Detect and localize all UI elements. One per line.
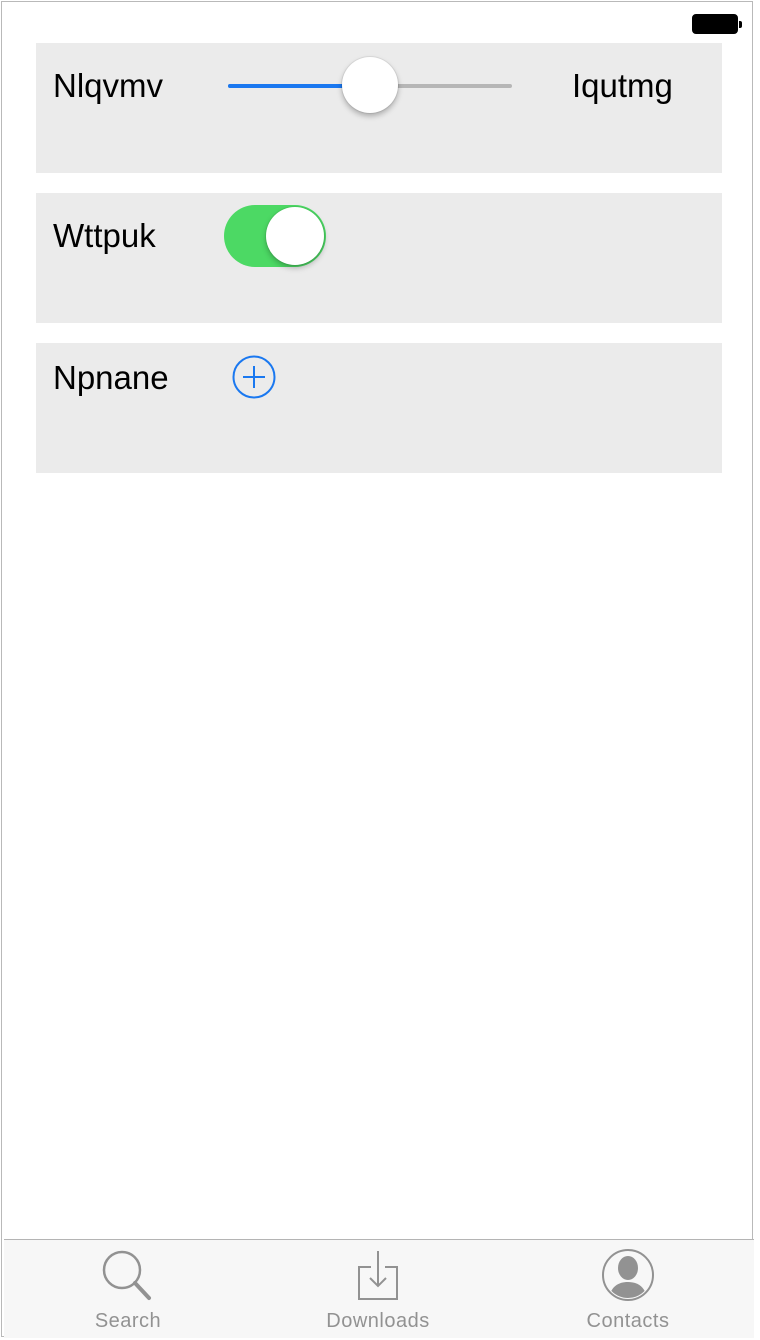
- toggle-row: Wttpuk: [36, 193, 722, 323]
- plus-circle-icon: [232, 355, 276, 399]
- download-icon: [358, 1251, 398, 1300]
- tab-downloads[interactable]: Downloads: [278, 1240, 478, 1338]
- tab-contacts-label: Contacts: [586, 1310, 670, 1332]
- contacts-icon: [602, 1249, 654, 1301]
- slider-right-label: Iqutmg: [572, 67, 673, 104]
- toggle-label: Wttpuk: [53, 217, 156, 254]
- add-row: Npnane: [36, 343, 722, 473]
- app-screen: Nlqvmv Iqutmg Wttpuk Npnane Search Downl…: [1, 1, 754, 1338]
- slider-row: Nlqvmv Iqutmg: [36, 43, 722, 173]
- slider-thumb[interactable]: [342, 57, 398, 113]
- add-button[interactable]: [232, 355, 276, 399]
- add-label: Npnane: [53, 359, 169, 396]
- slider-left-label: Nlqvmv: [53, 67, 164, 104]
- search-icon: [102, 1250, 151, 1300]
- value-slider[interactable]: [228, 57, 512, 115]
- tab-downloads-label: Downloads: [326, 1310, 430, 1332]
- toggle-switch[interactable]: [224, 205, 326, 267]
- tab-bar: Search Downloads Contacts: [4, 1239, 754, 1338]
- battery-full-icon: [692, 14, 742, 34]
- tab-contacts[interactable]: Contacts: [528, 1240, 728, 1338]
- toggle-knob: [266, 207, 324, 265]
- tab-search-label: Search: [94, 1310, 162, 1332]
- tab-search[interactable]: Search: [28, 1240, 228, 1338]
